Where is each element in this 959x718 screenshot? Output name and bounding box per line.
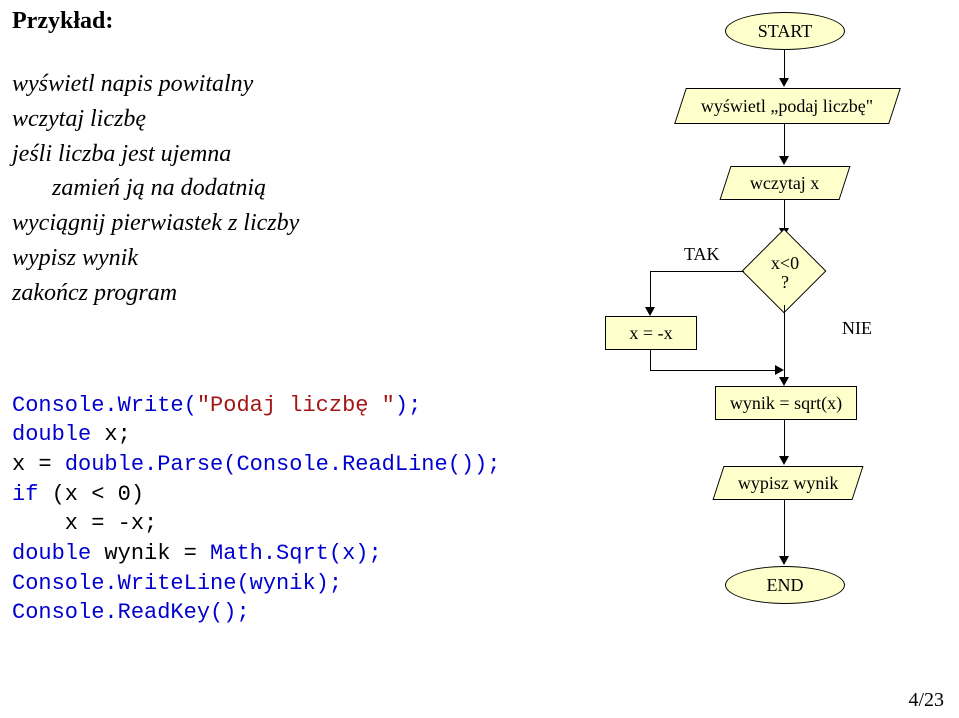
fc-decision: x<0 ? (742, 236, 828, 306)
fc-negate: x = -x (605, 316, 697, 350)
fc-read: wczytaj x (719, 166, 850, 200)
desc-l6: wypisz wynik (12, 241, 572, 276)
fc-start: START (725, 12, 845, 50)
fc-end: END (725, 566, 845, 604)
fc-branch-tak: TAK (684, 244, 720, 265)
page-number: 4/23 (908, 689, 944, 712)
desc-l4: zamień ją na dodatnią (52, 171, 572, 206)
fc-sqrt: wynik = sqrt(x) (715, 386, 857, 420)
flowchart: START wyświetl „podaj liczbę" wczytaj x … (580, 0, 950, 700)
desc-l1: wyświetl napis powitalny (12, 67, 572, 102)
desc-l5: wyciągnij pierwiastek z liczby (12, 206, 572, 241)
heading: Przykład: (12, 8, 572, 35)
fc-branch-nie: NIE (842, 318, 872, 339)
fc-prompt: wyświetl „podaj liczbę" (674, 88, 901, 124)
desc-l2: wczytaj liczbę (12, 102, 572, 137)
desc-l3: jeśli liczba jest ujemna (12, 137, 572, 172)
code-block: Console.Write("Podaj liczbę "); double x… (12, 391, 572, 629)
fc-print: wypisz wynik (712, 466, 863, 500)
desc-l7: zakończ program (12, 276, 572, 311)
